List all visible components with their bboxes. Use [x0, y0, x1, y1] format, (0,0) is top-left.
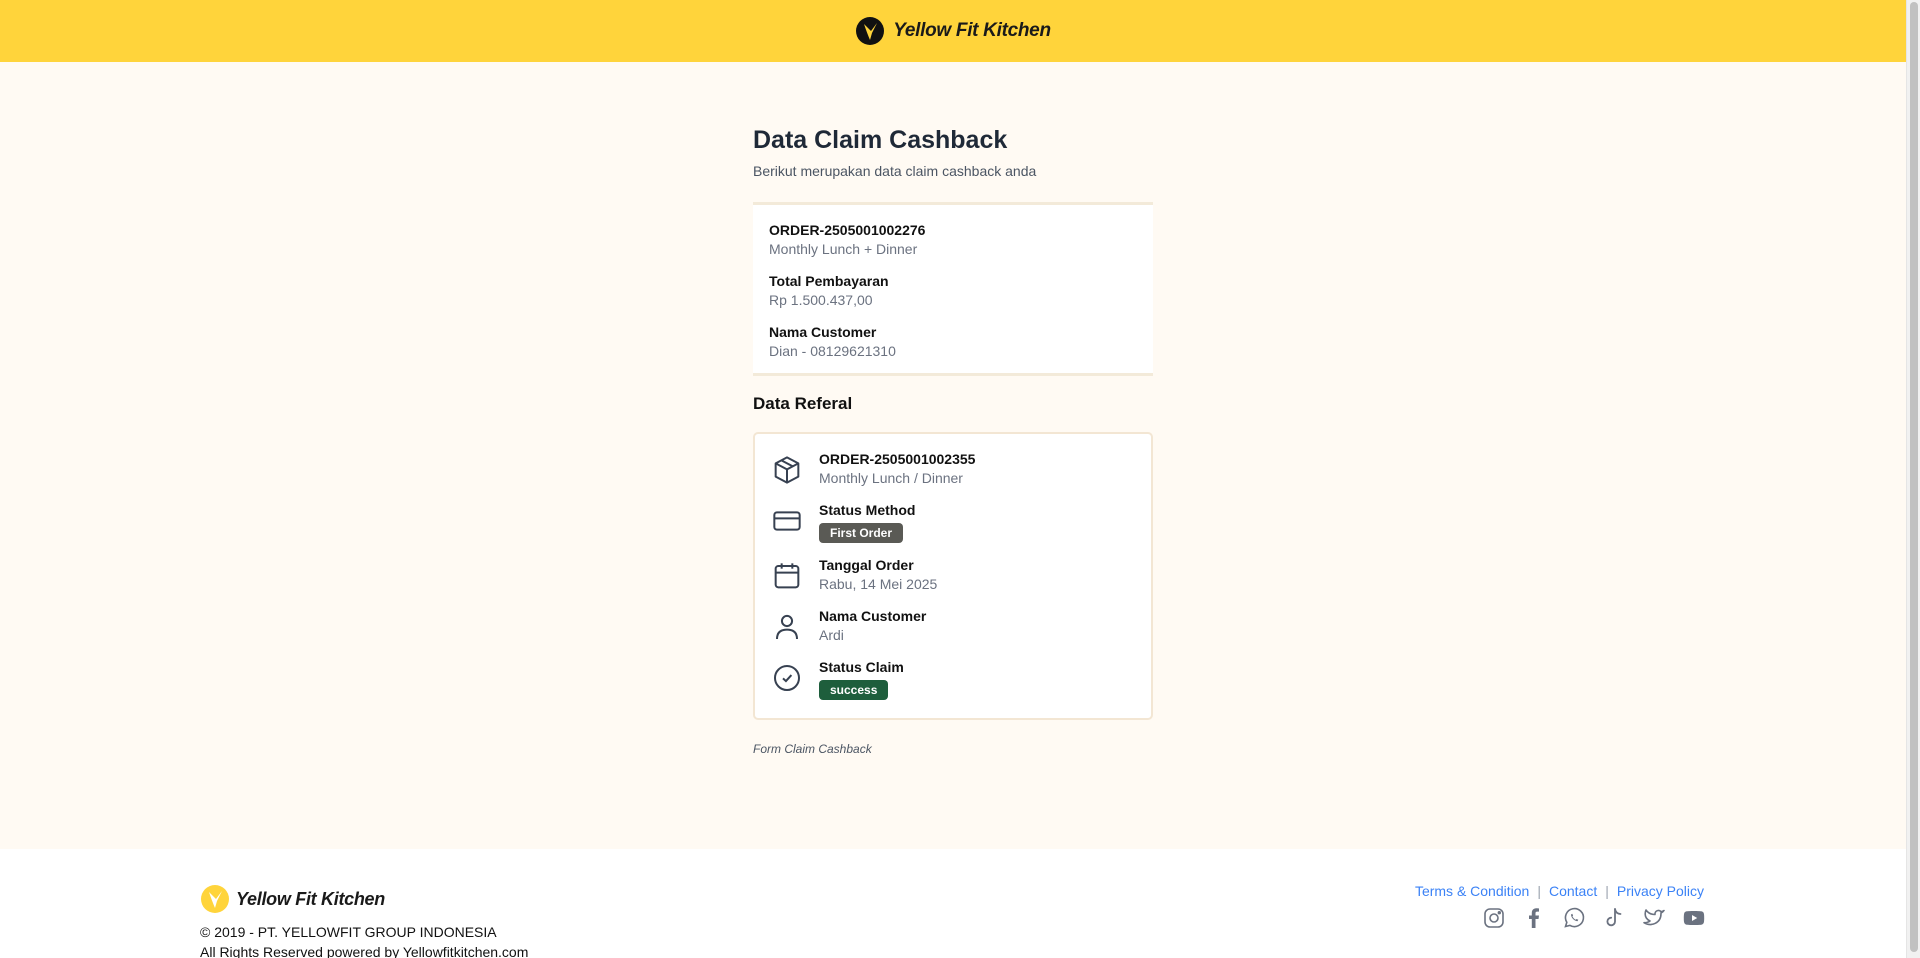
- status-method-label: Status Method: [819, 502, 916, 518]
- referral-order: ORDER-2505001002355 Monthly Lunch / Dinn…: [771, 450, 1135, 488]
- status-claim-badge: success: [819, 680, 889, 700]
- calendar-icon: [774, 563, 800, 589]
- order-date-label: Tanggal Order: [819, 557, 914, 573]
- footer-logo-icon: [201, 885, 229, 913]
- form-claim-cashback-link[interactable]: Form Claim Cashback: [753, 742, 872, 756]
- credit-card-icon: [773, 511, 801, 531]
- twitter-icon[interactable]: [1642, 906, 1666, 930]
- status-method-badge: First Order: [819, 523, 904, 543]
- claim-customer: Nama Customer Dian - 08129621310: [769, 323, 1137, 361]
- copyright: © 2019 - PT. YELLOWFIT GROUP INDONESIA A…: [200, 922, 528, 958]
- referral-order-id: ORDER-2505001002355: [819, 451, 976, 467]
- footer-brand-name: Yellow Fit Kitchen: [236, 888, 385, 909]
- brand-logo-icon: [856, 17, 885, 45]
- footer-links: Terms & Condition | Contact | Privacy Po…: [1415, 883, 1704, 899]
- copyright-line-2: All Rights Reserved powered by Yellowfit…: [200, 944, 529, 958]
- main-content: Data Claim Cashback Berikut merupakan da…: [753, 126, 1153, 758]
- user-icon: [776, 614, 798, 640]
- footer: Yellow Fit Kitchen © 2019 - PT. YELLOWFI…: [0, 849, 1906, 958]
- tiktok-icon[interactable]: [1602, 906, 1626, 930]
- box-icon: [774, 456, 800, 484]
- youtube-icon[interactable]: [1682, 906, 1706, 930]
- order-date-value: Rabu, 14 Mei 2025: [819, 576, 938, 592]
- instagram-icon[interactable]: [1482, 906, 1506, 930]
- referral-status-claim: Status Claim success: [771, 658, 1135, 700]
- referral-status-method: Status Method First Order: [771, 501, 1135, 543]
- page-title: Data Claim Cashback: [753, 126, 1008, 154]
- claim-order-id: ORDER-2505001002276: [769, 222, 926, 238]
- top-header: Yellow Fit Kitchen: [0, 0, 1906, 62]
- referral-card: ORDER-2505001002355 Monthly Lunch / Dinn…: [753, 432, 1153, 720]
- claim-total: Total Pembayaran Rp 1.500.437,00: [769, 272, 1137, 310]
- status-claim-label: Status Claim: [819, 659, 904, 675]
- referral-customer: Nama Customer Ardi: [771, 607, 1135, 645]
- header-brand[interactable]: Yellow Fit Kitchen: [855, 16, 1051, 46]
- claim-order-package: Monthly Lunch + Dinner: [769, 241, 918, 257]
- referral-order-date: Tanggal Order Rabu, 14 Mei 2025: [771, 556, 1135, 594]
- referral-customer-value: Ardi: [819, 627, 844, 643]
- page-subtitle: Berikut merupakan data claim cashback an…: [753, 163, 1037, 179]
- brand-name: Yellow Fit Kitchen: [893, 20, 1051, 41]
- facebook-icon[interactable]: [1522, 906, 1546, 930]
- referral-section-title: Data Referal: [753, 394, 853, 413]
- claim-customer-label: Nama Customer: [769, 324, 877, 340]
- claim-total-value: Rp 1.500.437,00: [769, 292, 873, 308]
- claim-order: ORDER-2505001002276 Monthly Lunch + Dinn…: [769, 221, 1137, 259]
- claim-customer-value: Dian - 08129621310: [769, 343, 896, 359]
- footer-brand[interactable]: Yellow Fit Kitchen: [200, 884, 385, 914]
- contact-link[interactable]: Contact: [1549, 883, 1597, 899]
- scrollbar[interactable]: [1906, 0, 1920, 958]
- social-icons: [1482, 906, 1706, 930]
- referral-order-package: Monthly Lunch / Dinner: [819, 470, 963, 486]
- link-separator: |: [1605, 883, 1609, 899]
- whatsapp-icon[interactable]: [1562, 906, 1586, 930]
- scrollbar-thumb[interactable]: [1910, 2, 1918, 952]
- check-circle-icon: [774, 665, 800, 691]
- copyright-line-1: © 2019 - PT. YELLOWFIT GROUP INDONESIA: [200, 924, 497, 940]
- link-separator: |: [1537, 883, 1541, 899]
- claim-total-label: Total Pembayaran: [769, 273, 889, 289]
- privacy-link[interactable]: Privacy Policy: [1617, 883, 1704, 899]
- terms-link[interactable]: Terms & Condition: [1415, 883, 1529, 899]
- claim-summary-card: ORDER-2505001002276 Monthly Lunch + Dinn…: [753, 202, 1153, 376]
- referral-customer-label: Nama Customer: [819, 608, 927, 624]
